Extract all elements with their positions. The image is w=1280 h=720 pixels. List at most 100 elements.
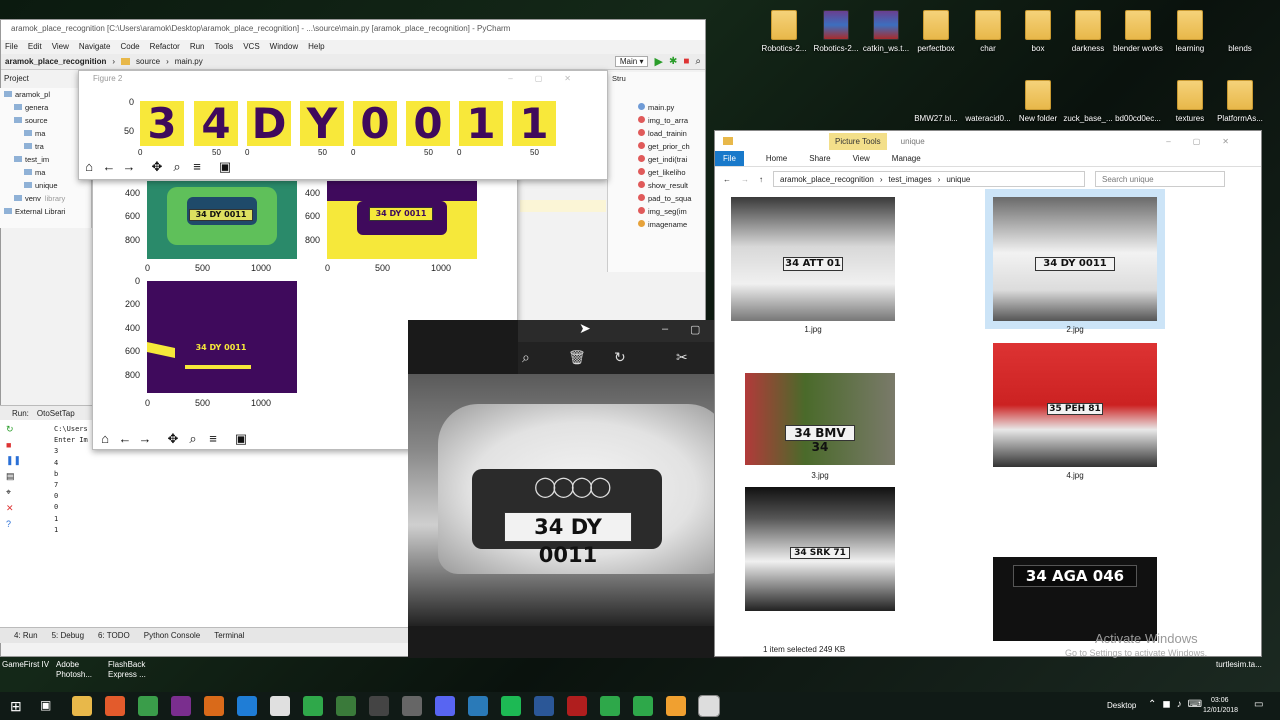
desktop-icon[interactable]: box xyxy=(1010,10,1066,53)
file-name[interactable]: 1.jpg xyxy=(731,325,895,334)
stop-icon[interactable]: ■ xyxy=(683,56,689,67)
ribbon-home[interactable]: Home xyxy=(766,154,787,163)
desktop-icon-label[interactable]: FlashBack Express ... xyxy=(108,660,160,680)
desktop-icon-label[interactable]: GameFirst IV xyxy=(2,660,54,670)
rotate-icon[interactable]: ↻ xyxy=(614,349,626,366)
taskbar-app-icon[interactable] xyxy=(336,696,356,716)
taskbar-app-icon[interactable] xyxy=(171,696,191,716)
stop-run-icon[interactable]: ■ xyxy=(6,440,18,450)
windows-start-icon[interactable]: ⊞ xyxy=(10,698,22,715)
ribbon-file[interactable]: File xyxy=(715,151,744,166)
desktop-icon[interactable]: PlatformAs... xyxy=(1212,80,1268,123)
file-name[interactable]: 3.jpg xyxy=(745,471,895,480)
desktop-icon[interactable]: textures xyxy=(1162,80,1218,123)
breadcrumb-project[interactable]: aramok_place_recognition xyxy=(5,57,106,66)
taskbar-app-icon[interactable] xyxy=(402,696,422,716)
desktop-icon[interactable]: darkness xyxy=(1060,10,1116,53)
taskbar-app-icon[interactable] xyxy=(633,696,653,716)
taskbar-app-icon[interactable] xyxy=(270,696,290,716)
structure-item[interactable]: load_trainin xyxy=(608,127,705,140)
pan-icon[interactable]: ✥ xyxy=(149,159,165,175)
up-icon[interactable]: ↑ xyxy=(759,175,763,184)
breadcrumb-file[interactable]: main.py xyxy=(175,57,203,66)
zoom-icon[interactable]: ⌕ xyxy=(185,431,201,447)
address-part-2[interactable]: test_images xyxy=(889,175,932,184)
help-icon[interactable]: ? xyxy=(6,519,18,529)
desktop-toolbar-label[interactable]: Desktop xyxy=(1107,701,1136,710)
structure-item[interactable]: img_seg(im xyxy=(608,205,705,218)
save-icon[interactable]: ▣ xyxy=(233,431,249,447)
debug-icon[interactable]: ✱ xyxy=(669,56,677,67)
desktop-icon[interactable]: BMW27.bl... xyxy=(908,80,964,123)
taskbar-app-icon[interactable] xyxy=(369,696,389,716)
tree-item[interactable]: venv library xyxy=(0,192,91,205)
tool-tab[interactable]: 6: TODO xyxy=(98,631,130,640)
ribbon-view[interactable]: View xyxy=(853,154,870,163)
structure-item[interactable]: get_indi(trai xyxy=(608,153,705,166)
maximize-icon[interactable]: ▢ xyxy=(690,323,700,336)
taskbar-app-icon[interactable] xyxy=(567,696,587,716)
taskbar-app-icon[interactable] xyxy=(237,696,257,716)
configure-icon[interactable]: ≡ xyxy=(189,159,205,175)
forward-icon[interactable]: → xyxy=(137,431,153,447)
file-thumbnail[interactable]: 34 AGA 046 xyxy=(993,557,1157,641)
menu-item[interactable]: Edit xyxy=(28,42,42,52)
taskbar-app-icon[interactable] xyxy=(666,696,686,716)
structure-item[interactable]: show_result xyxy=(608,179,705,192)
desktop-icon[interactable]: blends xyxy=(1212,10,1268,53)
taskbar-app-icon[interactable] xyxy=(698,695,720,717)
zoom-icon[interactable]: ⌕ xyxy=(169,159,185,175)
desktop-icon[interactable]: learning xyxy=(1162,10,1218,53)
taskbar-app-icon[interactable] xyxy=(468,696,488,716)
pin-icon[interactable]: ⌖ xyxy=(6,487,18,498)
structure-item[interactable]: get_likeliho xyxy=(608,166,705,179)
desktop-icon-label[interactable]: Adobe Photosh... xyxy=(56,660,108,680)
home-icon[interactable]: ⌂ xyxy=(81,159,97,175)
file-thumbnail[interactable]: 35 PEH 81 xyxy=(993,343,1157,467)
ribbon-manage[interactable]: Manage xyxy=(892,154,921,163)
desktop-icon[interactable]: catkin_ws.t... xyxy=(858,10,914,53)
menu-item[interactable]: Run xyxy=(190,42,205,52)
layout-icon[interactable]: ▤ xyxy=(6,471,18,482)
menu-item[interactable]: VCS xyxy=(243,42,259,52)
structure-label[interactable]: Stru xyxy=(608,72,705,85)
desktop-icon[interactable]: perfectbox xyxy=(908,10,964,53)
tree-item[interactable]: unique xyxy=(0,179,91,192)
project-panel-label[interactable]: Project xyxy=(4,74,29,83)
file-name[interactable]: 4.jpg xyxy=(993,471,1157,480)
taskbar-app-icon[interactable] xyxy=(72,696,92,716)
file-thumbnail[interactable]: 34 BMV 34 xyxy=(745,373,895,465)
desktop-icon[interactable]: blender works xyxy=(1110,10,1166,53)
tool-tab[interactable]: 5: Debug xyxy=(52,631,84,640)
menu-item[interactable]: Code xyxy=(120,42,139,52)
file-thumbnail[interactable]: 34 DY 0011 xyxy=(985,189,1165,329)
file-name[interactable]: 2.jpg xyxy=(993,325,1157,334)
forward-icon[interactable]: → xyxy=(121,159,137,175)
run-config-select[interactable]: Main ▾ xyxy=(614,56,649,67)
address-part-1[interactable]: aramok_place_recognition xyxy=(780,175,874,184)
pause-icon[interactable]: ❚❚ xyxy=(6,455,21,466)
home-icon[interactable]: ⌂ xyxy=(97,431,113,447)
window-controls-icon[interactable]: –▢✕ xyxy=(508,74,593,84)
menu-item[interactable]: File xyxy=(5,42,18,52)
tool-tab[interactable]: 4: Run xyxy=(14,631,38,640)
menu-item[interactable]: Window xyxy=(270,42,298,52)
notifications-icon[interactable]: ▭ xyxy=(1254,699,1263,710)
taskbar-app-icon[interactable] xyxy=(105,696,125,716)
tree-item[interactable]: External Librari xyxy=(0,205,91,218)
desktop-icon[interactable]: char xyxy=(960,10,1016,53)
window-controls-icon[interactable]: –▢✕ xyxy=(1166,137,1251,146)
close-run-icon[interactable]: ✕ xyxy=(6,503,18,514)
forward-icon[interactable]: → xyxy=(741,175,749,184)
desktop-icon[interactable]: wateracid0... xyxy=(960,80,1016,123)
clock-time[interactable]: 03:06 xyxy=(1211,697,1229,704)
edit-icon[interactable]: ✂ xyxy=(676,349,688,366)
configure-icon[interactable]: ≡ xyxy=(205,431,221,447)
menu-item[interactable]: Navigate xyxy=(79,42,111,52)
address-bar[interactable]: aramok_place_recognition › test_images ›… xyxy=(773,171,1085,187)
desktop-icon[interactable]: Robotics-2... xyxy=(756,10,812,53)
menu-item[interactable]: Help xyxy=(308,42,324,52)
rerun-icon[interactable]: ↻ xyxy=(6,424,18,435)
taskbar-app-icon[interactable] xyxy=(534,696,554,716)
pan-icon[interactable]: ✥ xyxy=(165,431,181,447)
